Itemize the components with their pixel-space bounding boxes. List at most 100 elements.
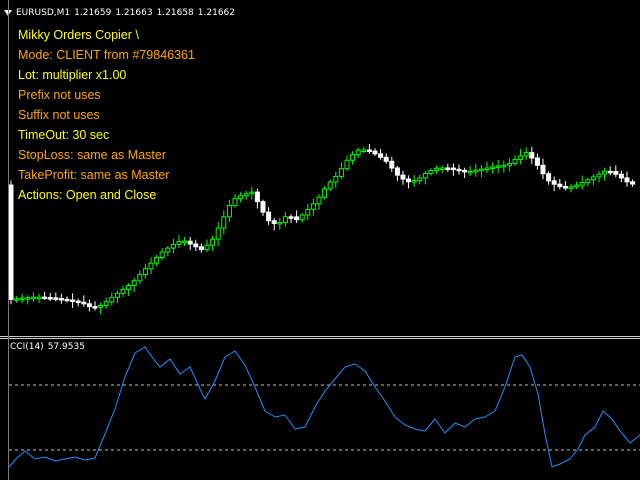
candle-body [411, 180, 417, 183]
candle [109, 292, 115, 306]
candle [400, 170, 406, 185]
candle [462, 167, 468, 178]
candle-body [378, 153, 384, 158]
candle-body [232, 198, 238, 207]
candle-body [120, 288, 126, 294]
cci-name: CCI(14) [10, 342, 44, 352]
candle-body [473, 169, 479, 173]
candle [350, 151, 356, 165]
symbol-label: EURUSD,M1 [16, 8, 71, 18]
candle-body [165, 247, 171, 253]
candle-body [8, 184, 14, 300]
candle-body [260, 201, 266, 213]
candle [19, 293, 25, 304]
candle-body [277, 221, 283, 225]
candle-body [204, 244, 210, 251]
candle [81, 295, 87, 307]
candle [613, 165, 619, 178]
candle [137, 270, 143, 284]
candle [8, 180, 14, 305]
candle [70, 293, 76, 308]
candle-body [450, 167, 456, 171]
price-chart-panel[interactable]: EURUSD,M1 1.21659 1.21663 1.21658 1.21662 Mi… [0, 0, 640, 336]
candle-body [523, 152, 529, 157]
candle-body [109, 296, 115, 303]
candle-body [478, 168, 484, 172]
candle [378, 148, 384, 160]
candle [277, 218, 283, 230]
candle [215, 221, 221, 247]
candle-body [630, 181, 636, 185]
candle [58, 293, 64, 304]
candle [142, 263, 148, 279]
candle [585, 177, 591, 187]
candle-body [338, 168, 344, 177]
candle-body [596, 173, 602, 178]
candle [165, 245, 171, 257]
candle [327, 179, 333, 192]
cci-line-chart[interactable] [0, 339, 640, 480]
candle [294, 210, 300, 224]
candle [590, 173, 596, 185]
chart-left-border [8, 0, 9, 480]
candle-body [322, 188, 328, 198]
candle-body [187, 240, 193, 245]
candle [64, 296, 70, 303]
candle-body [383, 156, 389, 162]
candle-body [557, 183, 563, 188]
candle-body [562, 186, 568, 189]
candle [495, 159, 501, 174]
candle [478, 164, 484, 178]
candle-body [58, 297, 64, 301]
candle-body [585, 179, 591, 183]
candle [170, 238, 176, 254]
candle [534, 153, 540, 170]
info-prefix: Prefix not uses [18, 88, 101, 102]
candle-body [148, 262, 154, 270]
candle-body [86, 303, 92, 308]
candle-body [534, 157, 540, 166]
candle [568, 183, 574, 193]
candle-body [344, 159, 350, 170]
panel-separator[interactable] [0, 336, 640, 337]
candle [529, 146, 535, 164]
info-timeout: TimeOut: 30 sec [18, 128, 110, 142]
candle-body [428, 169, 434, 174]
candle [383, 153, 389, 164]
candle [159, 247, 165, 261]
candle [310, 198, 316, 216]
candle-body [170, 243, 176, 249]
candle [193, 239, 199, 251]
candle [282, 211, 288, 227]
candle [445, 163, 451, 173]
candle [154, 254, 160, 267]
candle-body [624, 177, 630, 183]
candle-body [551, 180, 557, 185]
candle-body [529, 152, 535, 159]
candle [434, 165, 440, 175]
candle [36, 293, 42, 304]
chart-window[interactable]: EURUSD,M1 1.21659 1.21663 1.21658 1.21662 Mi… [0, 0, 640, 480]
cci-indicator-panel[interactable]: CCI(14) 57.9535 [0, 339, 640, 480]
candle [579, 175, 585, 190]
candle [439, 165, 445, 174]
candle [557, 178, 563, 190]
quote-close: 1.21662 [197, 8, 235, 18]
info-lot: Lot: multiplier x1.00 [18, 68, 127, 82]
candle-body [103, 301, 109, 306]
candle-body [294, 216, 300, 221]
candle [618, 170, 624, 183]
candle-body [506, 162, 512, 166]
info-stoploss: StopLoss: same as Master [18, 148, 166, 162]
candle [182, 237, 188, 247]
quote-low: 1.21658 [156, 8, 194, 18]
candle [30, 292, 36, 302]
candle-body [114, 292, 120, 298]
candle-body [310, 203, 316, 210]
candle [25, 295, 31, 305]
candle [596, 170, 602, 183]
candle-body [25, 297, 31, 300]
candle [501, 160, 507, 173]
candle-body [70, 299, 76, 302]
candle-body [434, 167, 440, 171]
